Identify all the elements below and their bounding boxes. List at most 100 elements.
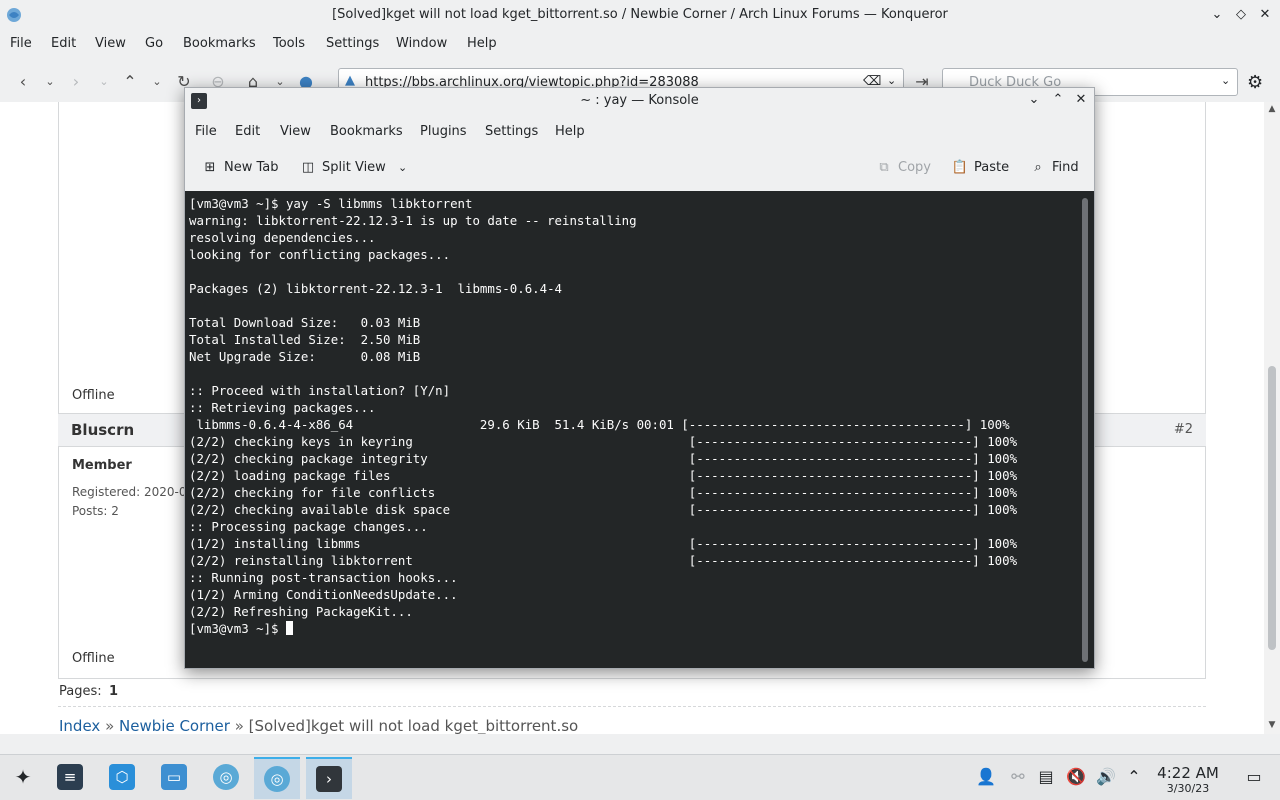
maximize-icon[interactable]: ◇	[1232, 6, 1250, 24]
paste-label: Paste	[974, 160, 1010, 175]
search-icon: ⌕	[1034, 160, 1042, 175]
konsole-minimize-icon[interactable]: ⌄	[1025, 91, 1043, 109]
minimize-icon[interactable]: ⌄	[1208, 6, 1226, 24]
scroll-down-icon[interactable]: ▼	[1266, 720, 1278, 730]
clock-time[interactable]: 4:22 AM	[1148, 764, 1228, 782]
search-engine-dropdown-icon[interactable]: ⌄	[1221, 74, 1230, 87]
menu-edit[interactable]: Edit	[51, 36, 76, 51]
terminal-line: libmms-0.6.4-4-x86_64 29.6 KiB 51.4 KiB/…	[189, 417, 1010, 432]
terminal-line: (2/2) Refreshing PackageKit...	[189, 604, 413, 619]
konsole-menu-help[interactable]: Help	[555, 124, 585, 139]
menu-window[interactable]: Window	[396, 36, 447, 51]
terminal-line: Net Upgrade Size: 0.08 MiB	[189, 349, 421, 364]
split-view-dropdown-icon[interactable]: ⌄	[398, 161, 407, 174]
back-icon[interactable]: ‹	[13, 72, 33, 92]
terminal-line: warning: libktorrent-22.12.3-1 is up to …	[189, 213, 637, 228]
new-tab-button[interactable]: ⊞ New Tab	[201, 160, 279, 175]
terminal-line: [vm3@vm3 ~]$ yay -S libmms libktorrent	[189, 196, 473, 211]
menu-file[interactable]: File	[10, 36, 32, 51]
network-icon[interactable]: ⚯	[1008, 767, 1028, 786]
konsole-menu-view[interactable]: View	[280, 124, 311, 139]
terminal-area[interactable]: [vm3@vm3 ~]$ yay -S libmms libktorrent w…	[185, 191, 1094, 668]
terminal-line: :: Running post-transaction hooks...	[189, 570, 458, 585]
konqueror-icon[interactable]: ◎	[254, 757, 300, 799]
menu-view[interactable]: View	[95, 36, 126, 51]
pages-value[interactable]: 1	[109, 684, 118, 699]
split-view-icon: ◫	[301, 160, 315, 175]
paste-button[interactable]: 📋 Paste	[951, 160, 1009, 175]
taskbar: ✦ ≡ ⬡ ▭ ◎ ◎ ›	[0, 754, 1280, 800]
terminal-line: Total Installed Size: 2.50 MiB	[189, 332, 421, 347]
browser-icon[interactable]: ◎	[203, 757, 249, 799]
terminal-line: (2/2) checking available disk space [---…	[189, 502, 1018, 517]
menu-bookmarks[interactable]: Bookmarks	[183, 36, 256, 51]
forward-icon[interactable]: ›	[66, 72, 86, 92]
post-2-author[interactable]: Bluscrn	[71, 421, 134, 439]
konsole-menu-file[interactable]: File	[195, 124, 217, 139]
discover-icon[interactable]: ⬡	[99, 757, 145, 799]
split-view-button[interactable]: ◫ Split View ⌄	[299, 160, 407, 175]
post-2-number[interactable]: #2	[1174, 422, 1193, 437]
back-history-icon[interactable]: ⌄	[40, 72, 60, 92]
forward-history-icon[interactable]: ⌄	[94, 72, 114, 92]
breadcrumb-separator: »	[234, 717, 244, 734]
menu-settings[interactable]: Settings	[326, 36, 379, 51]
konsole-menu-plugins[interactable]: Plugins	[420, 124, 467, 139]
clock-date[interactable]: 3/30/23	[1148, 782, 1228, 795]
terminal-line: (1/2) installing libmms [---------------…	[189, 536, 1018, 551]
gear-icon[interactable]: ⚙	[1247, 72, 1263, 93]
konsole-menu-settings[interactable]: Settings	[485, 124, 538, 139]
paste-icon: 📋	[951, 160, 969, 175]
expand-tray-icon[interactable]: ⌃	[1124, 767, 1144, 786]
show-desktop-icon[interactable]: ▭	[1244, 767, 1264, 786]
copy-button[interactable]: ⧉ Copy	[875, 160, 931, 175]
close-icon[interactable]: ✕	[1256, 6, 1274, 24]
menu-tools[interactable]: Tools	[273, 36, 305, 51]
terminal-line: (2/2) checking package integrity [------…	[189, 451, 1018, 466]
terminal-line: resolving dependencies...	[189, 230, 376, 245]
post-2-registered: Registered: 2020-02	[72, 485, 195, 499]
breadcrumb-topic: [Solved]kget will not load kget_bittorre…	[248, 717, 579, 734]
copy-label: Copy	[898, 160, 931, 175]
konsole-titlebar: › ~ : yay — Konsole ⌄ ⌃ ✕	[185, 88, 1094, 114]
system-settings-icon[interactable]: ≡	[47, 757, 93, 799]
page-scrollbar-thumb[interactable]	[1268, 366, 1276, 650]
terminal-line: (2/2) checking keys in keyring [--------…	[189, 434, 1018, 449]
copy-icon: ⧉	[879, 160, 889, 175]
user-icon[interactable]: 👤	[976, 767, 996, 786]
terminal-line: (1/2) Arming ConditionNeedsUpdate...	[189, 587, 458, 602]
terminal-line: Total Download Size: 0.03 MiB	[189, 315, 421, 330]
konsole-icon[interactable]: ›	[306, 757, 352, 799]
security-icon[interactable]: ▲	[345, 73, 355, 88]
konsole-menu-bookmarks[interactable]: Bookmarks	[330, 124, 403, 139]
breadcrumb-index-link[interactable]: Index	[59, 717, 100, 734]
volume-icon[interactable]: 🔊	[1096, 767, 1116, 786]
terminal-scrollbar[interactable]	[1082, 198, 1088, 662]
application-launcher-icon[interactable]: ✦	[0, 757, 46, 799]
up-history-icon[interactable]: ⌄	[147, 72, 167, 92]
konsole-title: ~ : yay — Konsole	[580, 93, 699, 108]
konsole-close-icon[interactable]: ✕	[1072, 91, 1090, 109]
audio-muted-icon[interactable]: 🔇	[1066, 767, 1086, 786]
terminal-line: :: Proceed with installation? [Y/n]	[189, 383, 451, 398]
clipboard-icon[interactable]: ▤	[1036, 767, 1056, 786]
up-icon[interactable]: ⌃	[120, 72, 140, 92]
konsole-window: › ~ : yay — Konsole ⌄ ⌃ ✕ File Edit View…	[184, 87, 1095, 669]
terminal-line: :: Retrieving packages...	[189, 400, 376, 415]
terminal-line: Packages (2) libktorrent-22.12.3-1 libmm…	[189, 281, 562, 296]
terminal-line: (2/2) checking for file conflicts [-----…	[189, 485, 1018, 500]
browser-titlebar: [Solved]kget will not load kget_bittorre…	[0, 0, 1280, 30]
menu-go[interactable]: Go	[145, 36, 163, 51]
terminal-cursor	[285, 621, 293, 635]
scroll-up-icon[interactable]: ▲	[1266, 104, 1278, 114]
split-view-label: Split View	[322, 160, 386, 175]
konsole-maximize-icon[interactable]: ⌃	[1049, 91, 1067, 109]
find-button[interactable]: ⌕ Find	[1029, 160, 1078, 175]
konsole-menu-edit[interactable]: Edit	[235, 124, 260, 139]
dolphin-icon[interactable]: ▭	[151, 757, 197, 799]
breadcrumb-forum-link[interactable]: Newbie Corner	[119, 717, 230, 734]
menu-help[interactable]: Help	[467, 36, 497, 51]
url-history-icon[interactable]: ⌄	[887, 74, 896, 87]
post-1-status: Offline	[72, 388, 115, 403]
divider	[58, 706, 1206, 707]
